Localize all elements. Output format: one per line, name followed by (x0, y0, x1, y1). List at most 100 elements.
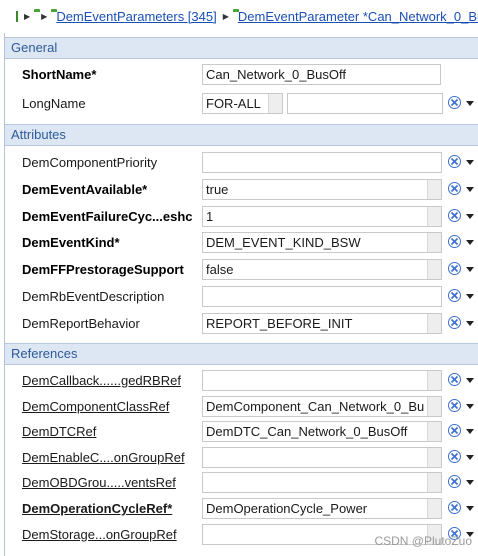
field-gutter (427, 313, 441, 333)
breadcrumb-item-dem-event-parameters[interactable]: DemEventParameters [345] (56, 9, 216, 24)
reset-icon[interactable] (448, 235, 461, 249)
section-header-references[interactable]: References (5, 343, 478, 365)
properties-editor: General ShortName* Can_Network_0_BusOff … (4, 33, 478, 556)
attribute-row-demcomponentpriority: DemComponentPriority (5, 149, 478, 176)
attribute-row-demffprestoragesupport: DemFFPrestorageSupport false (5, 256, 478, 283)
breadcrumb-separator-icon[interactable]: ▶ (24, 12, 30, 21)
long-name-language-field[interactable]: FOR-ALL (202, 93, 283, 114)
breadcrumb-item-dem-event-parameter[interactable]: DemEventParameter *Can_Network_0_BusOff (238, 9, 478, 24)
demobdgrou-ventsref-field[interactable] (202, 472, 442, 494)
chevron-down-icon[interactable] (466, 101, 474, 106)
demeventkind-field[interactable]: DEM_EVENT_KIND_BSW (202, 232, 442, 254)
reset-icon[interactable] (448, 315, 461, 329)
reset-icon[interactable] (448, 208, 461, 222)
demeventfailurecyc-eshc-field[interactable]: 1 (202, 205, 442, 227)
reset-icon[interactable] (448, 398, 461, 412)
property-label: DemReportBehavior (22, 315, 140, 331)
reset-icon[interactable] (448, 181, 461, 195)
demreportbehavior-field[interactable]: REPORT_BEFORE_INIT (202, 312, 442, 334)
property-label[interactable]: DemComponentClassRef (22, 399, 169, 414)
attribute-row-demeventavailable: DemEventAvailable* true (5, 176, 478, 203)
reference-row-demdtcref: DemDTCRef DemDTC_Can_Network_0_BusOff (5, 418, 478, 445)
demffprestoragesupport-field[interactable]: false (202, 259, 442, 281)
property-label: DemRbEventDescription (22, 289, 165, 304)
property-label: DemComponentPriority (22, 155, 158, 170)
field-value: Can_Network_0_BusOff (206, 67, 346, 82)
reset-icon[interactable] (448, 501, 461, 514)
breadcrumb-separator-icon[interactable]: ▶ (223, 12, 229, 21)
property-label: DemEventKind* (22, 235, 120, 251)
property-label[interactable]: DemOperationCycleRef* (22, 501, 172, 516)
chevron-down-icon[interactable] (466, 403, 474, 409)
field-value: REPORT_BEFORE_INIT (206, 315, 353, 331)
chevron-down-icon[interactable] (466, 160, 474, 165)
watermark: CSDN @PlutoZuo (374, 534, 472, 548)
attribute-row-demeventfailurecyc-eshc: DemEventFailureCyc...eshc 1 (5, 203, 478, 230)
reset-icon[interactable] (448, 289, 461, 302)
field-gutter (427, 499, 441, 518)
chevron-down-icon[interactable] (466, 506, 474, 511)
demcomponentpriority-field[interactable] (202, 152, 442, 173)
demoperationcycleref-field[interactable]: DemOperationCycle_Power (202, 498, 442, 519)
section-header-general[interactable]: General (5, 37, 478, 59)
reset-icon[interactable] (448, 155, 461, 168)
long-name-input[interactable] (287, 93, 443, 114)
chevron-down-icon[interactable] (466, 186, 474, 192)
reset-icon[interactable] (448, 96, 461, 109)
attribute-row-demeventkind: DemEventKind* DEM_EVENT_KIND_BSW (5, 229, 478, 256)
property-label: DemFFPrestorageSupport (22, 262, 184, 278)
property-label: LongName (22, 96, 86, 111)
field-value: true (206, 181, 229, 197)
chevron-down-icon[interactable] (466, 267, 474, 273)
section-header-attributes[interactable]: Attributes (5, 124, 478, 146)
short-name-input[interactable]: Can_Network_0_BusOff (202, 64, 441, 85)
reset-icon[interactable] (448, 373, 461, 386)
field-gutter (427, 473, 441, 493)
chevron-down-icon[interactable] (466, 480, 474, 486)
demcallback-gedrbref-field[interactable] (202, 370, 442, 391)
reference-row-demcomponentclassref: DemComponentClassRef DemComponent_Can_Net… (5, 393, 478, 420)
demcomponentclassref-field[interactable]: DemComponent_Can_Network_0_Bu (202, 395, 442, 417)
chevron-down-icon[interactable] (466, 320, 474, 326)
property-label: ShortName* (22, 67, 97, 82)
reset-icon[interactable] (448, 475, 461, 489)
chevron-down-icon[interactable] (466, 429, 474, 435)
chevron-down-icon[interactable] (466, 240, 474, 246)
chevron-down-icon[interactable] (466, 213, 474, 219)
field-gutter (427, 179, 441, 199)
demdtcref-field[interactable]: DemDTC_Can_Network_0_BusOff (202, 421, 442, 443)
reference-row-demoperationcycleref: DemOperationCycleRef* DemOperationCycle_P… (5, 495, 478, 522)
chevron-down-icon[interactable] (466, 454, 474, 460)
reference-row-demenablec-ongroupref: DemEnableC....onGroupRef (5, 444, 478, 471)
breadcrumb: ▶ ▶ DemEventParameters [345] ▶ DemEventP… (0, 0, 478, 33)
demrbeventdescription-field[interactable] (202, 286, 442, 307)
field-gutter (427, 396, 441, 416)
field-gutter (427, 422, 441, 442)
reference-row-demobdgrou-ventsref: DemOBDGrou.....ventsRef (5, 469, 478, 496)
reference-row-demcallback-gedrbref: DemCallback......gedRBRef (5, 367, 478, 394)
property-label[interactable]: DemOBDGrou.....ventsRef (22, 475, 176, 490)
property-label[interactable]: DemDTCRef (22, 424, 96, 439)
attribute-row-demreportbehavior: DemReportBehavior REPORT_BEFORE_INIT (5, 310, 478, 337)
tree-view-icon[interactable] (16, 11, 18, 22)
chevron-down-icon[interactable] (466, 294, 474, 299)
reset-icon[interactable] (448, 449, 461, 463)
property-label: DemEventAvailable* (22, 181, 148, 197)
reset-icon[interactable] (448, 262, 461, 276)
field-value: DemComponent_Can_Network_0_Bu (206, 398, 425, 414)
property-label[interactable]: DemCallback......gedRBRef (22, 373, 181, 388)
demenablec-ongroupref-field[interactable] (202, 446, 442, 468)
field-value: false (206, 262, 234, 278)
demeventavailable-field[interactable]: true (202, 178, 442, 200)
field-gutter (268, 94, 282, 113)
property-label[interactable]: DemEnableC....onGroupRef (22, 450, 185, 465)
field-gutter (427, 206, 441, 226)
breadcrumb-separator-icon[interactable]: ▶ (41, 12, 47, 21)
chevron-down-icon[interactable] (466, 378, 474, 383)
field-value: DemOperationCycle_Power (206, 501, 368, 516)
reset-icon[interactable] (448, 424, 461, 438)
property-label: DemEventFailureCyc...eshc (22, 208, 193, 224)
field-value: DemDTC_Can_Network_0_BusOff (206, 424, 408, 440)
field-gutter (427, 447, 441, 467)
property-label[interactable]: DemStorage...onGroupRef (22, 527, 177, 542)
